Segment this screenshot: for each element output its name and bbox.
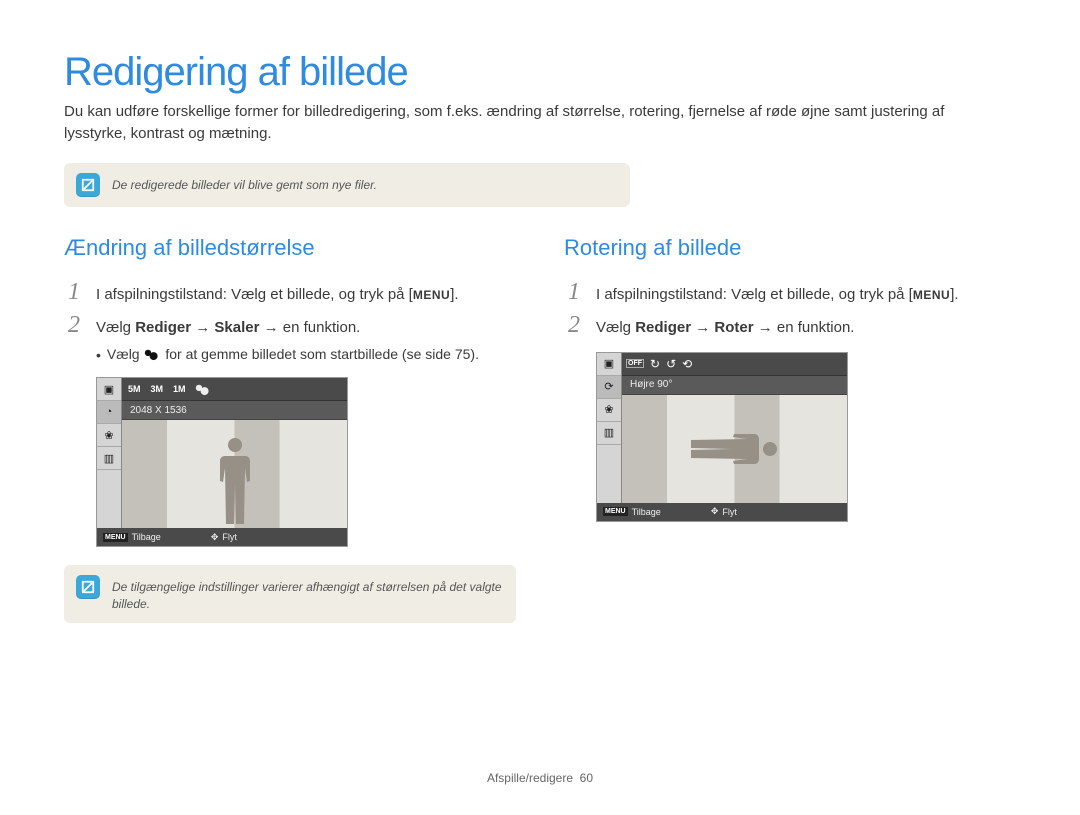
- footer-section: Afspille/redigere: [487, 771, 573, 785]
- person-silhouette: [207, 432, 263, 528]
- step-number: 2: [564, 312, 584, 339]
- bold-roter: Roter: [714, 319, 753, 336]
- sc-sb-play-icon: ▣: [597, 353, 621, 376]
- note-box-options-vary: De tilgængelige indstillinger varierer a…: [64, 565, 516, 623]
- step2-post: → en funktion.: [754, 319, 855, 336]
- bullet-post: for at gemme billedet som startbillede (…: [161, 346, 478, 362]
- sc-sidebar: ▣ ⟳ ❀ ▥: [597, 353, 622, 503]
- sc-sb-clock-icon: ◔: [97, 401, 121, 424]
- sc-toolbar: 5M 3M 1M: [122, 378, 347, 401]
- step1-pre: I afspilningstilstand: Vælg et billede, …: [96, 286, 413, 303]
- step2-post: → en funktion.: [259, 319, 360, 336]
- footer-page-number: 60: [580, 771, 593, 785]
- sc-sb-palette-icon: ❀: [97, 424, 121, 447]
- off-icon: OFF: [626, 359, 644, 368]
- size-1m: 1M: [171, 383, 188, 395]
- bullet-text: Vælg for at gemme billedet som startbill…: [107, 346, 479, 362]
- sc-rotate-label: Højre 90°: [622, 376, 847, 395]
- sc-sb-play-icon: ▣: [97, 378, 121, 401]
- menu-tag: MENU: [103, 533, 128, 542]
- size-3m: 3M: [149, 383, 166, 395]
- step-text: Vælg Rediger → Skaler → en funktion.: [96, 317, 360, 340]
- footer-move: Flyt: [222, 532, 237, 542]
- bullet-icon: •: [96, 346, 101, 366]
- bold-rediger: Rediger: [135, 319, 191, 336]
- resize-step-1: 1 I afspilningstilstand: Vælg et billede…: [64, 279, 516, 307]
- bold-rediger: Rediger: [635, 319, 691, 336]
- step1-post: ].: [950, 286, 958, 303]
- sc-toolbar: OFF ↻ ↺ ⟲: [622, 353, 847, 376]
- sc-sb-adjust-icon: ▥: [97, 447, 121, 470]
- menu-tag: MENU: [603, 507, 628, 516]
- sc-sb-palette-icon: ❀: [597, 399, 621, 422]
- sc-resolution-label: 2048 X 1536: [122, 401, 347, 420]
- rotate-right-icon: ↻: [650, 357, 660, 371]
- start-image-icon: [194, 382, 212, 396]
- column-rotate: Rotering af billede 1 I afspilningstilst…: [564, 235, 1016, 623]
- step1-post: ].: [450, 286, 458, 303]
- sc-footer: MENU Tilbage ✥Flyt: [597, 503, 847, 521]
- bullet-pre: Vælg: [107, 346, 144, 362]
- rotate-heading: Rotering af billede: [564, 235, 1016, 261]
- sc-canvas: [622, 395, 847, 503]
- sc-canvas: [122, 420, 347, 528]
- arrow-sep: →: [691, 319, 714, 336]
- page-footer: Afspille/redigere 60: [0, 771, 1080, 785]
- rotate-screenshot: ▣ ⟳ ❀ ▥ OFF ↻ ↺ ⟲ Højre 90°: [596, 352, 848, 522]
- note-icon: [76, 173, 100, 197]
- intro-text: Du kan udføre forskellige former for bil…: [64, 101, 1004, 145]
- menu-button-label: MENU: [413, 285, 450, 305]
- resize-step-2: 2 Vælg Rediger → Skaler → en funktion.: [64, 312, 516, 340]
- rotate-180-icon: ⟲: [682, 357, 692, 371]
- dpad-icon: ✥: [711, 506, 719, 517]
- arrow-sep: →: [191, 319, 214, 336]
- step-number: 2: [64, 312, 84, 339]
- sc-sb-adjust-icon: ▥: [597, 422, 621, 445]
- resize-bullet: • Vælg for at gemme billedet som startbi…: [96, 346, 516, 366]
- size-5m: 5M: [126, 383, 143, 395]
- step-text: Vælg Rediger → Roter → en funktion.: [596, 317, 854, 340]
- resize-screenshot: ▣ ◔ ❀ ▥ 5M 3M 1M 2048 X 1536: [96, 377, 348, 547]
- column-resize: Ændring af billedstørrelse 1 I afspilnin…: [64, 235, 516, 623]
- step-number: 1: [564, 279, 584, 306]
- step1-pre: I afspilningstilstand: Vælg et billede, …: [596, 286, 913, 303]
- note-box-saved-as-new: De redigerede billeder vil blive gemt so…: [64, 163, 630, 207]
- sc-sb-rotate-icon: ⟳: [597, 376, 621, 399]
- step-text: I afspilningstilstand: Vælg et billede, …: [596, 284, 959, 307]
- note-text: De redigerede billeder vil blive gemt so…: [112, 173, 377, 194]
- start-image-icon: [143, 347, 161, 361]
- menu-button-label: MENU: [913, 285, 950, 305]
- rotate-step-1: 1 I afspilningstilstand: Vælg et billede…: [564, 279, 1016, 307]
- page-title: Redigering af billede: [64, 50, 1016, 95]
- step-number: 1: [64, 279, 84, 306]
- step2-pre: Vælg: [596, 319, 635, 336]
- note-icon: [76, 575, 100, 599]
- footer-back: Tilbage: [132, 532, 161, 542]
- rotate-step-2: 2 Vælg Rediger → Roter → en funktion.: [564, 312, 1016, 340]
- sc-sidebar: ▣ ◔ ❀ ▥: [97, 378, 122, 528]
- resize-heading: Ændring af billedstørrelse: [64, 235, 516, 261]
- step-text: I afspilningstilstand: Vælg et billede, …: [96, 284, 459, 307]
- bold-skaler: Skaler: [214, 319, 259, 336]
- dpad-icon: ✥: [211, 532, 219, 543]
- person-silhouette-rotated: [687, 421, 783, 477]
- footer-move: Flyt: [722, 507, 737, 517]
- footer-back: Tilbage: [632, 507, 661, 517]
- sc-footer: MENU Tilbage ✥Flyt: [97, 528, 347, 546]
- rotate-left-icon: ↺: [666, 357, 676, 371]
- note-text: De tilgængelige indstillinger varierer a…: [112, 575, 502, 613]
- step2-pre: Vælg: [96, 319, 135, 336]
